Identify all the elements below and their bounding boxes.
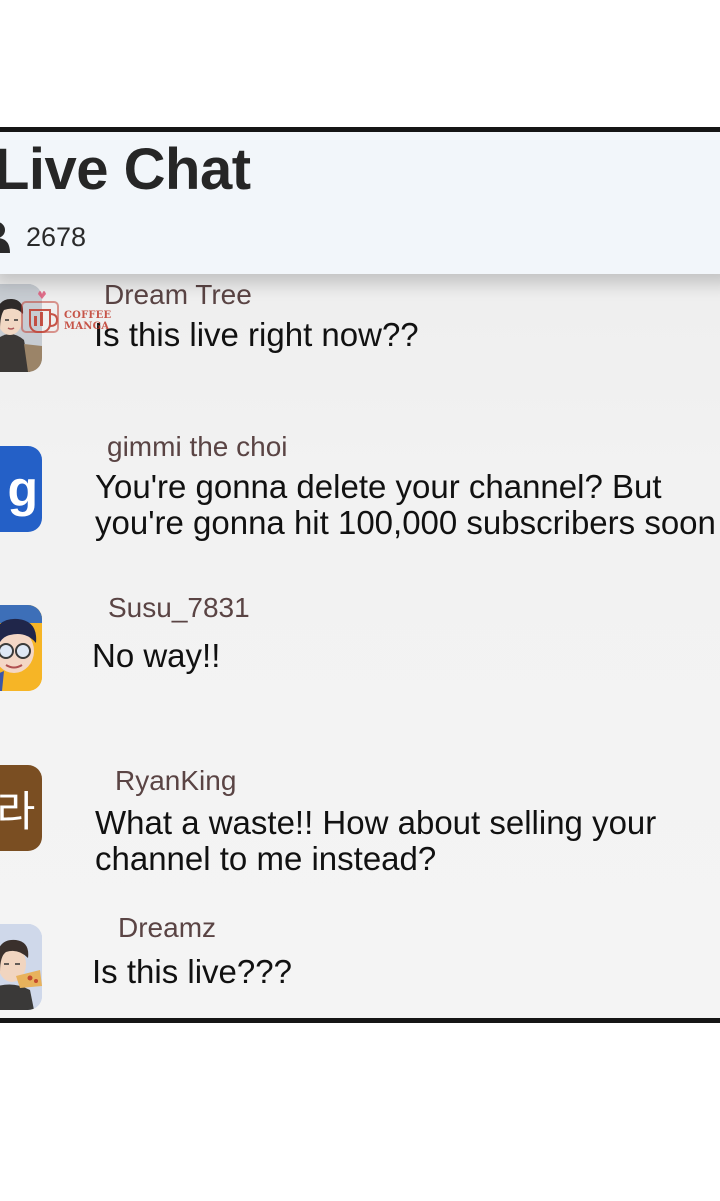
user-avatar	[0, 924, 42, 1010]
chat-username: RyanKing	[115, 765, 237, 796]
live-chat-panel: Live Chat 2678 COFFEE MANGA Dream Tree I…	[0, 127, 720, 1023]
viewer-count: 2678	[26, 221, 87, 252]
chat-message: g gimmi the choi You're gonna delete you…	[0, 428, 720, 548]
watermark-text: COFFEE MANGA	[64, 310, 112, 332]
chat-username: Dreamz	[118, 912, 217, 943]
chat-message: Dreamz Is this live???	[0, 908, 720, 1018]
watermark-logo: COFFEE MANGA	[20, 282, 148, 336]
chat-message-text: No way!!	[92, 637, 221, 674]
viewer-count-row: 2678	[0, 220, 86, 254]
chat-message-text: What a waste!! How about selling your ch…	[95, 804, 657, 877]
live-chat-header: Live Chat 2678	[0, 132, 720, 274]
user-avatar	[0, 605, 42, 691]
user-avatar-letter-g: g	[0, 446, 42, 532]
chat-message: Susu_7831 No way!!	[0, 592, 720, 702]
live-chat-title: Live Chat	[0, 137, 251, 202]
chat-username: gimmi the choi	[107, 431, 288, 462]
user-avatar-korean-letter: 라	[0, 765, 42, 851]
chat-message-text: Is this live???	[92, 953, 292, 990]
chat-message-text: You're gonna delete your channel? But yo…	[95, 468, 716, 541]
chat-username: Susu_7831	[108, 592, 250, 623]
person-icon	[0, 221, 14, 253]
chat-message: 라 RyanKing What a waste!! How about sell…	[0, 762, 720, 892]
